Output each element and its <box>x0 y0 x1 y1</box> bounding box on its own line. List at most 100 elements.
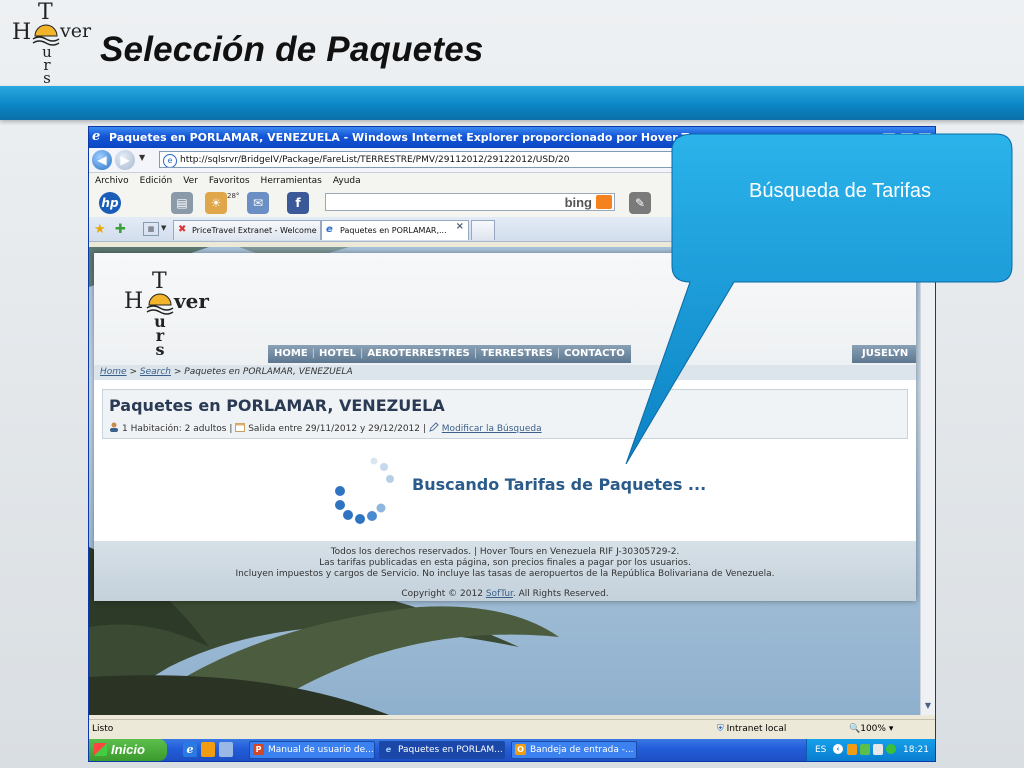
web-page: T H ver u r s HOME | HOTEL | AEROTERREST… <box>94 253 916 601</box>
menu-archivo[interactable]: Archivo <box>95 176 129 186</box>
forward-icon[interactable]: ▶ <box>115 150 135 170</box>
breadcrumb-home[interactable]: Home <box>100 367 127 377</box>
ie-icon: e <box>385 745 392 754</box>
system-tray: ES ‹ 18:21 <box>806 739 935 761</box>
search-input[interactable]: bing <box>325 193 615 211</box>
tab-pricetravel[interactable]: ✖ PriceTravel Extranet - Welcome <box>173 220 321 240</box>
logo-letter-t: T <box>38 0 53 25</box>
slide-title: Selección de Paquetes <box>100 30 484 69</box>
calendar-icon <box>235 423 246 432</box>
mail-icon[interactable]: ✉ <box>247 192 269 214</box>
nav-terrestres[interactable]: TERRESTRES <box>481 348 553 359</box>
print-icon[interactable]: ▤ <box>171 192 193 214</box>
copyright: Copyright © 2012 SofTur. All Rights Rese… <box>94 589 916 600</box>
favorites-star-icon[interactable]: ★ <box>94 222 106 237</box>
taskbar-powerpoint[interactable]: P Manual de usuario de... <box>249 741 375 759</box>
maximize-icon[interactable]: □ <box>899 133 915 148</box>
menu-edicion[interactable]: Edición <box>140 176 173 186</box>
user-menu[interactable]: JUSELYN <box>852 345 916 363</box>
tab-paquetes[interactable]: e Paquetes en PORLAMAR,... × <box>321 220 469 240</box>
minimize-icon[interactable]: _ <box>881 133 897 148</box>
window-title: Paquetes en PORLAMAR, VENEZUELA - Window… <box>109 131 715 144</box>
nav-separator: | <box>556 348 561 359</box>
bing-logo: bing <box>564 195 592 210</box>
clock[interactable]: 18:21 <box>903 739 929 761</box>
search-go-icon[interactable] <box>596 195 612 209</box>
pencil-icon <box>429 422 439 432</box>
rooms-info: 1 Habitación: 2 adultos <box>122 424 227 434</box>
tab-list-icon[interactable]: ▼ <box>161 224 166 232</box>
ie-tab-icon: e <box>326 224 333 235</box>
zoom-control[interactable]: 🔍100% ▾ <box>849 720 893 738</box>
loading-spinner-icon <box>335 457 394 524</box>
address-text: http://sqlsrvr/BridgeIV/Package/FareList… <box>180 155 570 165</box>
nav-home[interactable]: HOME <box>274 348 308 359</box>
taskbar-outlook[interactable]: O Bandeja de entrada -... <box>511 741 637 759</box>
menu-ver[interactable]: Ver <box>183 176 198 186</box>
status-text: Listo <box>92 724 114 734</box>
nav-separator: | <box>473 348 478 359</box>
menu-herramientas[interactable]: Herramientas <box>261 176 322 186</box>
security-zone[interactable]: ⛨ Intranet local <box>717 720 786 738</box>
vpn-tray-icon[interactable] <box>873 744 883 755</box>
tray-arrow-icon[interactable]: ‹ <box>833 744 843 754</box>
window-title-bar: e Paquetes en PORLAMAR, VENEZUELA - Wind… <box>89 127 935 148</box>
breadcrumb-current: > Paquetes en PORLAMAR, VENEZUELA <box>173 367 353 377</box>
menu-ayuda[interactable]: Ayuda <box>333 176 361 186</box>
dates-info: Salida entre 29/11/2012 y 29/12/2012 <box>248 424 421 434</box>
softur-link[interactable]: SofTur <box>486 589 513 599</box>
logo-letter-s: s <box>155 340 165 359</box>
browser-window: e Paquetes en PORLAMAR, VENEZUELA - Wind… <box>88 126 936 762</box>
scroll-down-icon[interactable]: ▼ <box>923 701 933 713</box>
logo-letter-t: T <box>152 269 167 294</box>
modify-search-link[interactable]: Modificar la Búsqueda <box>442 424 542 434</box>
address-input[interactable]: e http://sqlsrvr/BridgeIV/Package/FareLi… <box>159 151 759 168</box>
outlook-quicklaunch-icon[interactable] <box>201 742 215 757</box>
tab-label: PriceTravel Extranet - Welcome <box>192 226 317 235</box>
breadcrumb-search[interactable]: Search <box>140 367 171 377</box>
nav-contacto[interactable]: CONTACTO <box>564 348 625 359</box>
logo-letters-ver: ver <box>174 289 209 313</box>
history-dropdown-icon[interactable]: ▼ <box>139 153 145 162</box>
site-logo[interactable]: T H ver u r s <box>120 269 220 359</box>
address-bar-row: ◀ ▶ ▼ e http://sqlsrvr/BridgeIV/Package/… <box>89 148 935 173</box>
menu-favoritos[interactable]: Favoritos <box>209 176 250 186</box>
loading-text: Buscando Tarifas de Paquetes ... <box>412 475 707 494</box>
hover-tours-logo: T H ver u r s <box>8 0 96 88</box>
nav-hotel[interactable]: HOTEL <box>319 348 356 359</box>
status-tray-icon[interactable] <box>886 744 896 754</box>
weather-icon[interactable]: ☀ <box>205 192 227 214</box>
page-header: T H ver u r s HOME | HOTEL | AEROTERREST… <box>94 253 916 365</box>
back-icon[interactable]: ◀ <box>92 150 112 170</box>
breadcrumb-sep: > <box>129 367 137 377</box>
tab-bar: ★ ✚ ▦ ▼ ✖ PriceTravel Extranet - Welcome… <box>89 217 935 242</box>
language-indicator[interactable]: ES <box>815 739 826 761</box>
pricetravel-icon: ✖ <box>178 224 187 235</box>
quick-tabs-icon[interactable]: ▦ <box>143 222 159 236</box>
close-tab-icon[interactable]: × <box>456 221 464 232</box>
ie-quicklaunch-icon[interactable]: e <box>183 742 197 757</box>
close-icon[interactable]: × <box>917 133 933 148</box>
facebook-icon[interactable]: f <box>287 192 309 214</box>
intranet-icon: ⛨ <box>717 724 724 734</box>
taskbar-ie-paquetes[interactable]: e Paquetes en PORLAM... <box>379 741 505 759</box>
tools-icon[interactable]: ✎ <box>629 192 651 214</box>
logo-letter-h: H <box>124 289 144 314</box>
nav-aeroterrestres[interactable]: AEROTERRESTRES <box>367 348 469 359</box>
tab-label: Paquetes en PORLAMAR,... <box>340 226 447 235</box>
status-bar: Listo ⛨ Intranet local 🔍100% ▾ <box>89 719 935 738</box>
ie-logo-icon: e <box>92 129 101 144</box>
footer-line-3: Incluyen impuestos y cargos de Servicio.… <box>235 569 775 579</box>
start-button[interactable]: Inicio <box>89 739 167 761</box>
vertical-scrollbar[interactable]: ▼ <box>920 247 935 715</box>
breadcrumb: Home > Search > Paquetes en PORLAMAR, VE… <box>94 365 916 380</box>
outlook-tray-icon[interactable] <box>847 744 857 755</box>
outlook-icon: O <box>515 744 526 755</box>
desktop-quicklaunch-icon[interactable] <box>219 742 233 757</box>
hp-icon[interactable]: hp <box>99 192 121 214</box>
new-tab-button[interactable] <box>471 220 495 240</box>
logo-letter-h: H <box>12 20 32 45</box>
add-favorite-icon[interactable]: ✚ <box>115 222 126 237</box>
shield-tray-icon[interactable] <box>860 744 870 755</box>
logo-vertical-letters: u r s <box>42 45 52 86</box>
